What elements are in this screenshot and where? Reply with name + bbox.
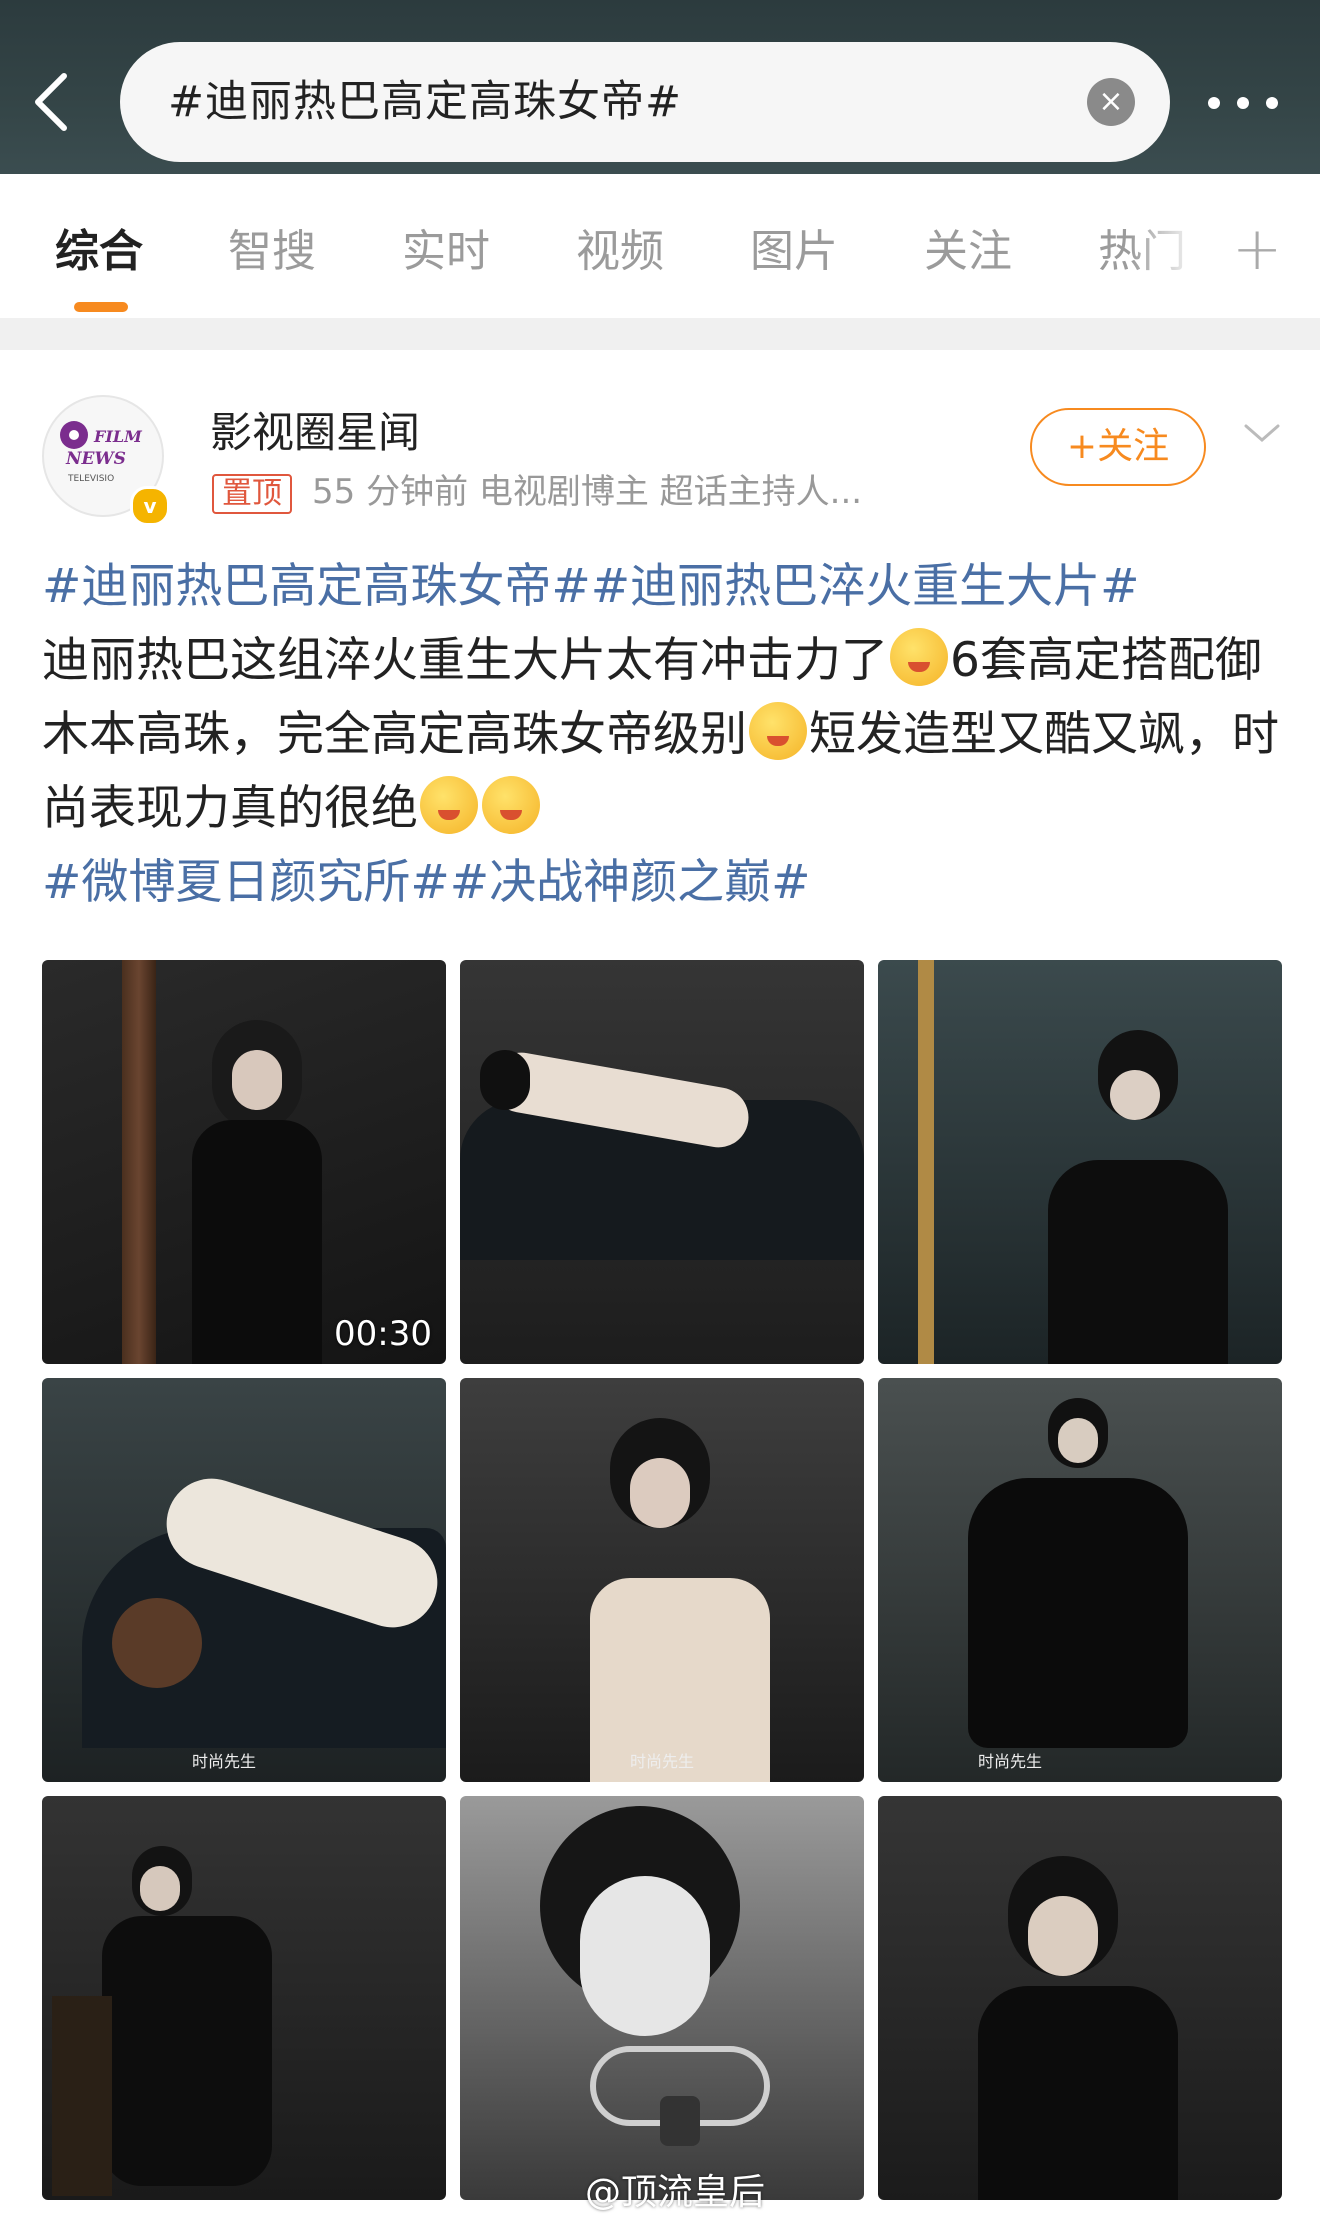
chevron-down-icon[interactable] [1242, 418, 1282, 448]
author-name[interactable]: 影视圈星闻 [210, 408, 420, 458]
weibo-post-card: FILM NEWS TELEVISIO v 影视圈星闻 置顶 55 分钟前 电视… [0, 350, 1320, 2239]
emoji-icon [482, 776, 540, 834]
tab-pictures[interactable]: 图片 [750, 226, 838, 278]
photo-thumb[interactable]: 时尚先生 [42, 1378, 446, 1782]
photo-thumb[interactable] [42, 1796, 446, 2200]
emoji-icon [420, 776, 478, 834]
search-input[interactable]: #迪丽热巴高定高珠女帝# × [120, 42, 1170, 162]
add-tab-icon[interactable]: + [1232, 214, 1282, 284]
photo-video-thumb[interactable]: 00:30 [42, 960, 446, 1364]
tab-general[interactable]: 综合 [55, 226, 143, 278]
avatar-text-news: NEWS [65, 449, 126, 469]
photo-thumb[interactable] [878, 960, 1282, 1364]
post-meta: 55 分钟前 电视剧博主 超话主持人... [312, 472, 863, 512]
hashtag-link[interactable]: #迪丽热巴淬火重生大片# [591, 559, 1140, 614]
watermark: @顶流皇后 [585, 2172, 766, 2213]
active-tab-indicator [74, 302, 128, 312]
post-text: #迪丽热巴高定高珠女帝##迪丽热巴淬火重生大片# 迪丽热巴这组淬火重生大片太有冲… [42, 550, 1282, 920]
photo-thumb[interactable] [878, 1796, 1282, 2200]
emoji-icon [890, 628, 948, 686]
tab-bar: 综合 智搜 实时 视频 图片 关注 热门 + [0, 174, 1320, 318]
avatar-text-film: FILM [93, 427, 143, 446]
more-icon[interactable] [1208, 88, 1278, 118]
magazine-mark: 时尚先生 [978, 1752, 1043, 1771]
follow-button[interactable]: +关注 [1030, 408, 1206, 486]
back-arrow-icon[interactable] [28, 70, 78, 134]
photo-thumb[interactable] [460, 1796, 864, 2200]
video-duration: 00:30 [334, 1314, 432, 1354]
verified-badge-icon: v [130, 486, 170, 526]
hashtag-link[interactable]: #决战神颜之巅# [450, 855, 811, 910]
pinned-badge: 置顶 [212, 474, 292, 514]
photo-thumb[interactable] [460, 960, 864, 1364]
tab-smart-search[interactable]: 智搜 [228, 226, 316, 278]
photo-thumb[interactable]: 时尚先生 [460, 1378, 864, 1782]
magazine-mark: 时尚先生 [630, 1752, 695, 1771]
tab-realtime[interactable]: 实时 [402, 226, 490, 278]
emoji-icon [749, 702, 807, 760]
tab-video[interactable]: 视频 [576, 226, 664, 278]
photo-thumb[interactable]: 时尚先生 [878, 1378, 1282, 1782]
magazine-mark: 时尚先生 [192, 1752, 257, 1771]
tab-following[interactable]: 关注 [924, 226, 1012, 278]
avatar-text-tv: TELEVISIO [67, 474, 114, 484]
hashtag-link[interactable]: #微博夏日颜究所# [42, 855, 450, 910]
clear-icon[interactable]: × [1087, 78, 1135, 126]
post-body-line: 迪丽热巴这组淬火重生大片太有冲击力了 [42, 633, 888, 688]
hashtag-link[interactable]: #迪丽热巴高定高珠女帝# [42, 559, 591, 614]
search-query[interactable]: #迪丽热巴高定高珠女帝# [168, 42, 682, 162]
top-bar: #迪丽热巴高定高珠女帝# × [0, 0, 1320, 174]
